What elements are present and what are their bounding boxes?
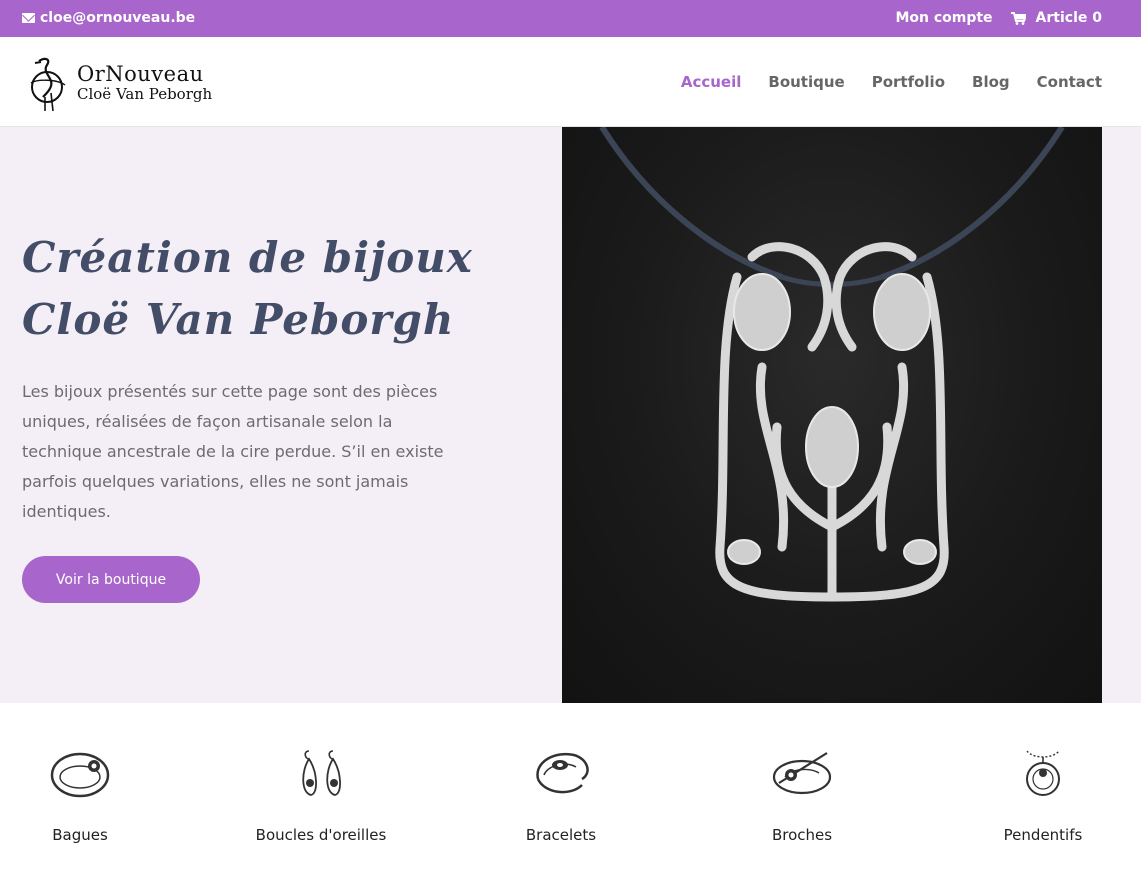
nav-item-accueil[interactable]: Accueil [681,73,742,91]
hero-title-line1: Création de bijoux [22,233,473,282]
hero-title-line2: Cloë Van Peborgh [22,295,455,344]
earrings-icon [302,750,341,796]
top-bar: cloe@ornouveau.be Mon compte Article 0 [0,0,1141,37]
my-account-link[interactable]: Mon compte [895,10,992,26]
category-label: Boucles d'oreilles [255,826,387,844]
email-link[interactable]: cloe@ornouveau.be [22,10,195,26]
logo-brand-name: OrNouveau [77,62,204,86]
site-header: OrNouveau Cloë Van Peborgh Accueil Bouti… [0,37,1141,127]
bracelet-icon [536,752,589,794]
site-logo[interactable]: OrNouveau Cloë Van Peborgh [27,53,212,113]
nav-item-portfolio[interactable]: Portfolio [872,73,945,91]
logo-artist-name: Cloë Van Peborgh [77,85,213,103]
nav-item-blog[interactable]: Blog [972,73,1010,91]
heron-logo-icon [30,57,66,112]
categories-section: Bagues Boucles d'oreilles Bracelets Broc… [0,703,1141,890]
cart-label: Article 0 [1035,10,1102,26]
cart-link[interactable]: Article 0 [1010,10,1102,26]
pendant-icon [1026,750,1060,796]
envelope-icon [22,13,35,23]
shop-button[interactable]: Voir la boutique [22,556,200,603]
category-label: Bracelets [525,826,597,844]
category-label: Broches [771,826,833,844]
hero-section: Création de bijoux Cloë Van Peborgh Les … [0,127,1141,703]
email-text: cloe@ornouveau.be [40,10,196,26]
cart-icon [1010,11,1026,25]
hero-description: Les bijoux présentés sur cette page sont… [22,382,444,521]
nav-item-contact[interactable]: Contact [1037,73,1102,91]
hero-title: Création de bijoux Cloë Van Peborgh [22,227,542,351]
category-label: Bagues [52,826,108,844]
brooch-icon [772,752,832,795]
silver-pendant-image [599,127,1065,602]
pendant-photo [562,127,1102,703]
main-nav: Accueil Boutique Portfolio Blog Contact [681,73,1102,91]
category-label: Pendentifs [1003,826,1083,844]
nav-item-boutique[interactable]: Boutique [768,73,844,91]
ring-icon [50,752,110,798]
